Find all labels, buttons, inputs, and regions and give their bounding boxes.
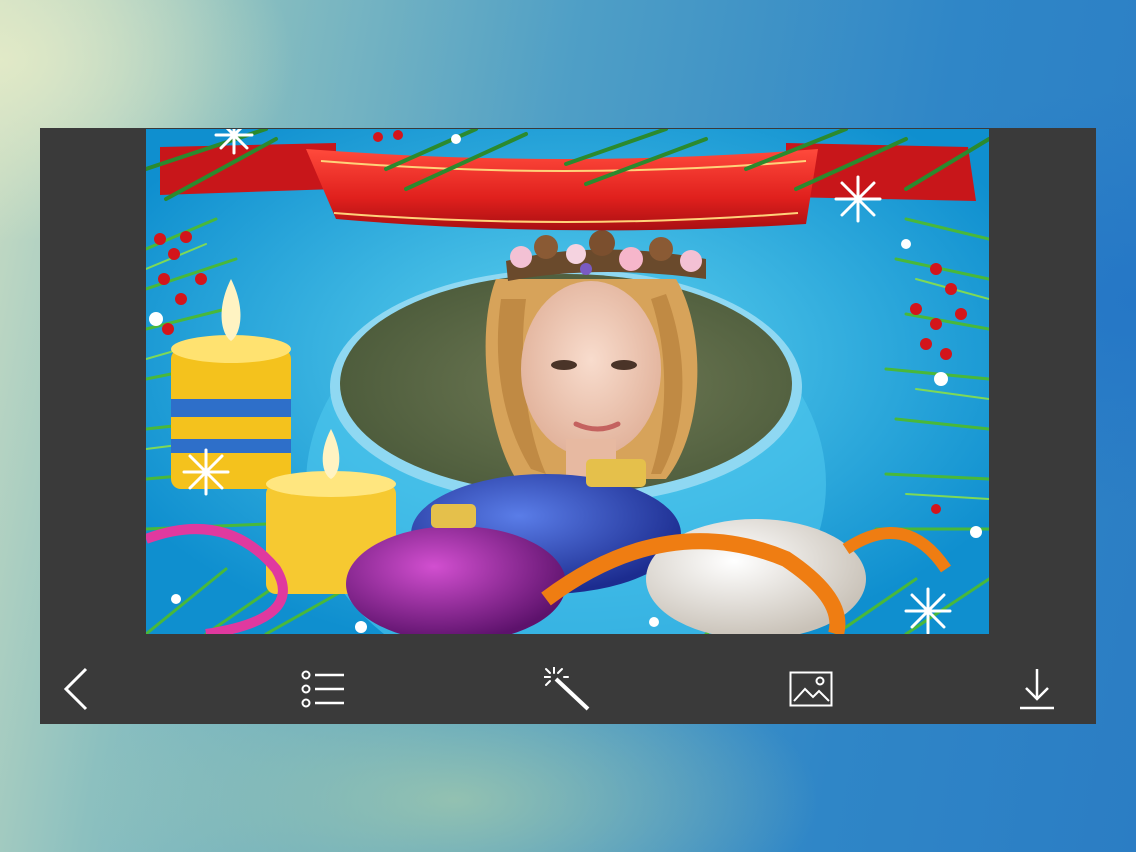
christmas-frame-artwork — [146, 129, 989, 634]
image-icon — [789, 671, 833, 707]
download-button[interactable] — [1012, 665, 1062, 713]
back-button[interactable] — [52, 665, 102, 713]
chevron-left-icon — [63, 667, 88, 711]
photo-frame-canvas[interactable] — [146, 129, 989, 634]
magic-wand-icon — [544, 667, 590, 711]
editor-panel — [40, 128, 1096, 724]
list-icon — [301, 670, 344, 708]
download-icon — [1020, 669, 1054, 710]
gallery-button[interactable] — [786, 665, 836, 713]
effects-button[interactable] — [542, 665, 592, 713]
frames-list-button[interactable] — [298, 665, 348, 713]
bottom-toolbar — [40, 653, 1096, 724]
